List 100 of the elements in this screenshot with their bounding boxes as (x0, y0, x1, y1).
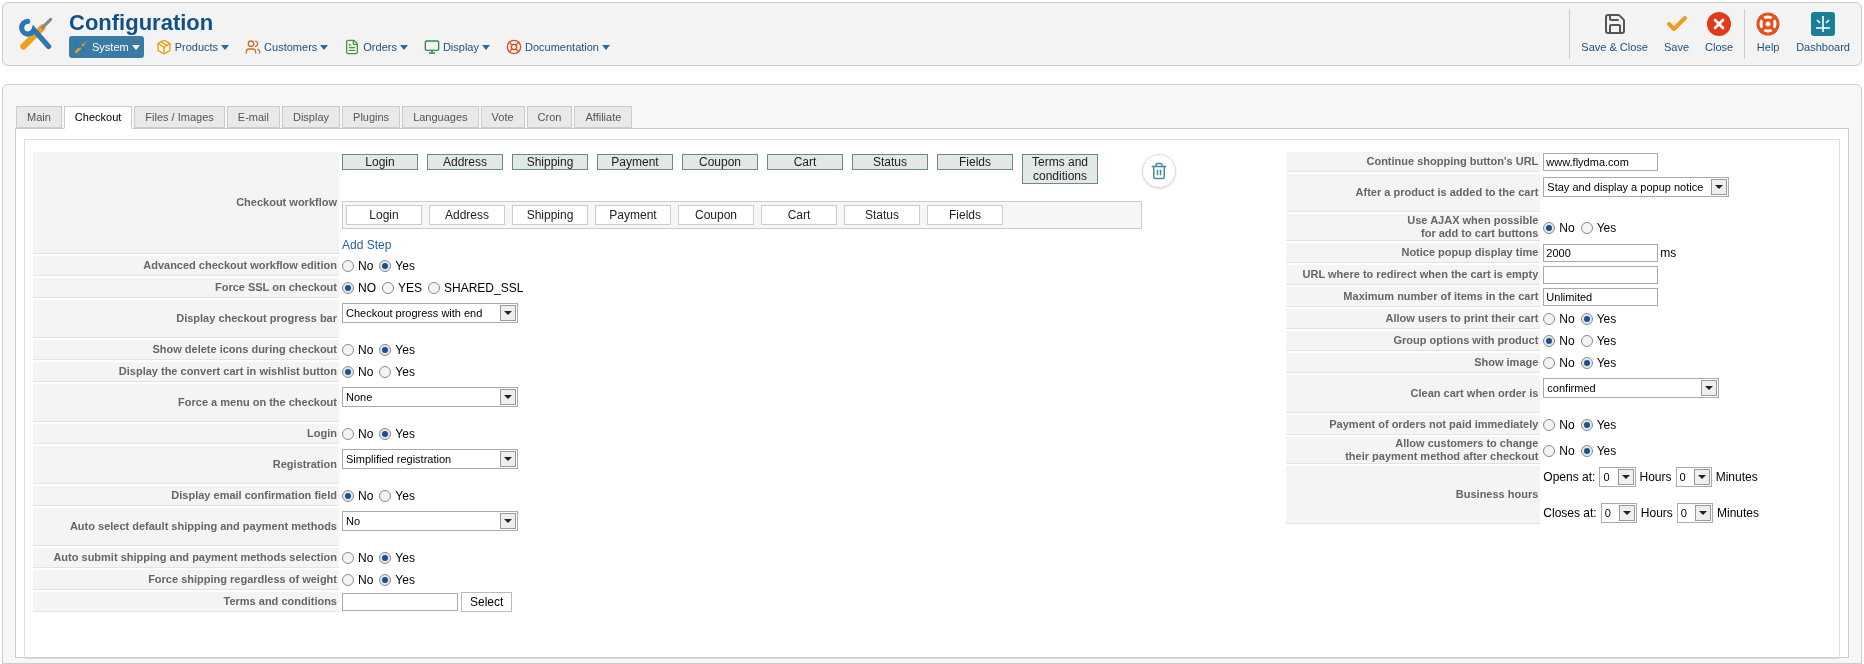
tab[interactable]: Languages (402, 106, 479, 128)
toolbar-button[interactable]: Close (1698, 12, 1741, 56)
tab[interactable]: Vote (480, 106, 525, 128)
workflow-step[interactable]: Shipping (512, 154, 588, 170)
setting-label: Force a menu on the checkout (33, 384, 339, 422)
radio-option[interactable]: Yes (379, 571, 415, 589)
trash-icon (1150, 162, 1168, 180)
floppy-icon (1602, 12, 1627, 37)
radio-option[interactable]: No (1543, 218, 1575, 237)
radio-option[interactable]: No (342, 549, 374, 567)
workflow-step[interactable]: Login (346, 205, 422, 225)
setting-label: Use AJAX when possible for add to cart buttons (1286, 214, 1541, 241)
radio-option[interactable]: No (342, 487, 374, 505)
workflow-step[interactable]: Cart (761, 205, 837, 225)
tab[interactable]: Plugins (342, 106, 401, 128)
workflow-step[interactable]: Fields (927, 205, 1003, 225)
radio-option[interactable]: Yes (379, 341, 415, 359)
dropdown[interactable]: 0 (1600, 503, 1637, 523)
radio-option[interactable]: No (1543, 416, 1575, 434)
menu-item[interactable]: Documentation (502, 36, 614, 58)
caret-icon (500, 451, 516, 467)
radio-option[interactable]: No (1543, 332, 1575, 350)
radio-option[interactable]: SHARED_SSL (428, 279, 524, 297)
workflow-step[interactable]: Coupon (682, 154, 758, 170)
workflow-step[interactable]: Cart (767, 154, 843, 170)
text-field[interactable]: 2000 (1543, 244, 1659, 262)
tab[interactable]: Display (281, 106, 341, 128)
toolbar-button[interactable]: Save & Close (1574, 12, 1655, 56)
toolbar-button[interactable]: Dashboard (1789, 12, 1857, 56)
menu-item[interactable]: Display (419, 36, 494, 58)
radio-option[interactable]: NO (342, 279, 376, 297)
workflow-step[interactable]: Status (852, 154, 928, 170)
radio-option[interactable]: Yes (1580, 218, 1617, 237)
radio-option[interactable]: No (342, 257, 374, 275)
dropdown[interactable]: 0 (1675, 467, 1712, 487)
radio-option[interactable]: Yes (379, 549, 415, 567)
menu-item[interactable]: Products (151, 36, 234, 58)
select-button[interactable]: Select (461, 592, 513, 612)
workflow-step[interactable]: Address (429, 205, 505, 225)
dropdown[interactable]: confirmed (1543, 378, 1720, 398)
radio-option[interactable]: No (1543, 441, 1575, 460)
radio-option[interactable]: No (342, 571, 374, 589)
toolbar-button[interactable]: Save (1656, 12, 1697, 56)
tab[interactable]: E-mail (226, 106, 280, 128)
radio-option[interactable]: No (1543, 354, 1575, 372)
menu-item[interactable]: Orders (340, 36, 412, 58)
radio-option[interactable]: Yes (379, 257, 415, 275)
radio-option[interactable]: YES (382, 279, 422, 297)
text-field[interactable] (342, 593, 458, 611)
toolbar-button[interactable]: Help (1749, 12, 1788, 56)
unit-label: Minutes (1716, 505, 1759, 522)
radio-option[interactable]: Yes (1580, 354, 1617, 372)
tab[interactable]: Cron (526, 106, 573, 128)
radio-option[interactable]: Yes (1580, 332, 1617, 350)
setting-label: Force shipping regardless of weight (33, 570, 339, 590)
trash-button[interactable] (1142, 154, 1176, 188)
workflow-step[interactable]: Payment (597, 154, 673, 170)
workflow-step[interactable]: Status (844, 205, 920, 225)
tab[interactable]: Main (16, 106, 62, 128)
radio-option[interactable]: No (342, 363, 374, 381)
radio-option[interactable]: Yes (1580, 416, 1617, 434)
radio-option[interactable]: Yes (1580, 310, 1617, 328)
setting-label: Payment of orders not paid immediately (1286, 415, 1541, 435)
workflow-step[interactable]: Coupon (678, 205, 754, 225)
setting-label: Notice popup display time (1286, 243, 1541, 263)
setting-label: Display the convert cart in wishlist button (33, 362, 339, 382)
text-field[interactable]: www.flydma.com (1543, 153, 1659, 171)
workflow-step[interactable]: Shipping (512, 205, 588, 225)
tab[interactable]: Checkout (63, 106, 133, 129)
radio-option[interactable]: No (1543, 310, 1575, 328)
radio-option[interactable]: Yes (379, 363, 415, 381)
workflow-step[interactable]: Fields (937, 154, 1013, 170)
lifebuoy-icon (1756, 12, 1781, 37)
dropdown[interactable]: Checkout progress with end (342, 303, 518, 323)
radio-option[interactable]: Yes (379, 487, 415, 505)
dropdown[interactable]: 0 (1599, 467, 1636, 487)
radio-option[interactable]: Yes (1580, 441, 1617, 460)
setting-label: Display email confirmation field (33, 486, 339, 506)
dropdown[interactable]: Stay and display a popup notice (1543, 177, 1730, 197)
setting-label: Checkout workflow (33, 152, 339, 254)
tab[interactable]: Affiliate (574, 106, 633, 128)
text-field[interactable]: Unlimited (1543, 288, 1659, 306)
menu-item[interactable]: Customers (241, 36, 333, 58)
text-field[interactable] (1543, 266, 1659, 284)
tab[interactable]: Files / Images (134, 106, 225, 128)
setting-label: URL where to redirect when the cart is empty (1286, 265, 1541, 285)
dropdown[interactable]: None (342, 387, 518, 407)
workflow-step[interactable]: Terms and conditions (1022, 154, 1098, 184)
radio-option[interactable]: Yes (379, 425, 415, 443)
radio-option[interactable]: No (342, 425, 374, 443)
add-step-link[interactable]: Add Step (342, 236, 1176, 254)
workflow-step[interactable]: Address (427, 154, 503, 170)
workflow-step[interactable]: Login (342, 154, 418, 170)
workflow-step[interactable]: Payment (595, 205, 671, 225)
page-title: Configuration (69, 10, 215, 36)
dropdown[interactable]: Simplified registration (342, 449, 518, 469)
radio-option[interactable]: No (342, 341, 374, 359)
dropdown[interactable]: No (342, 511, 518, 531)
dropdown[interactable]: 0 (1676, 503, 1713, 523)
menu-item[interactable]: System (69, 36, 144, 58)
